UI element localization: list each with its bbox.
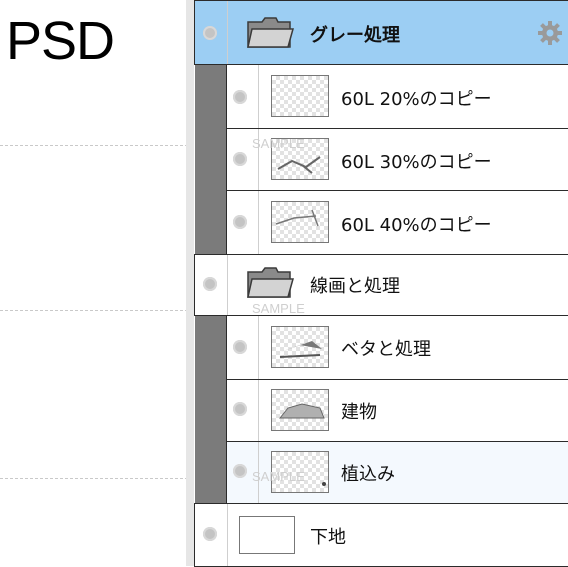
watermark-text: SAMPLE <box>252 469 305 484</box>
layer-name: グレー処理 <box>310 25 400 46</box>
visibility-toggle[interactable] <box>233 464 247 478</box>
visibility-toggle[interactable] <box>233 215 247 229</box>
layer-thumbnail <box>271 201 329 243</box>
layer-name: 60L 40%のコピー <box>341 215 492 236</box>
row-divider <box>227 255 228 315</box>
layer-thumbnail <box>271 75 329 117</box>
layer-name: 線画と処理 <box>310 276 400 297</box>
visibility-toggle[interactable] <box>203 26 217 40</box>
layer-name: ベタと処理 <box>341 339 431 360</box>
group-indent-bar <box>195 64 226 254</box>
visibility-toggle[interactable] <box>233 90 247 104</box>
layer-thumbnail <box>271 389 329 431</box>
watermark-text: SAMPLE <box>252 301 305 316</box>
scrollbar[interactable] <box>186 0 194 566</box>
group-indent-bar <box>195 314 226 504</box>
format-label: PSD <box>6 11 115 71</box>
layer-name: 60L 20%のコピー <box>341 89 492 110</box>
row-divider <box>258 316 259 379</box>
visibility-toggle[interactable] <box>203 277 217 291</box>
row-divider <box>258 191 259 254</box>
visibility-toggle[interactable] <box>233 340 247 354</box>
layer-thumbnail <box>271 326 329 368</box>
visibility-toggle[interactable] <box>233 152 247 166</box>
visibility-toggle[interactable] <box>203 527 217 541</box>
layer-name: 建物 <box>341 402 377 423</box>
folder-icon <box>247 267 294 298</box>
visibility-toggle[interactable] <box>233 402 247 416</box>
gear-icon[interactable] <box>537 20 563 46</box>
layer-name: 60L 30%のコピー <box>341 152 492 173</box>
row-divider <box>258 65 259 128</box>
folder-icon <box>247 17 294 48</box>
watermark-text: SAMPLE <box>252 136 305 151</box>
row-divider <box>258 380 259 441</box>
layer-name: 植込み <box>341 464 395 485</box>
row-divider <box>227 504 228 566</box>
layer-name: 下地 <box>310 527 346 548</box>
layer-thumbnail <box>239 516 295 554</box>
row-divider <box>227 1 228 64</box>
